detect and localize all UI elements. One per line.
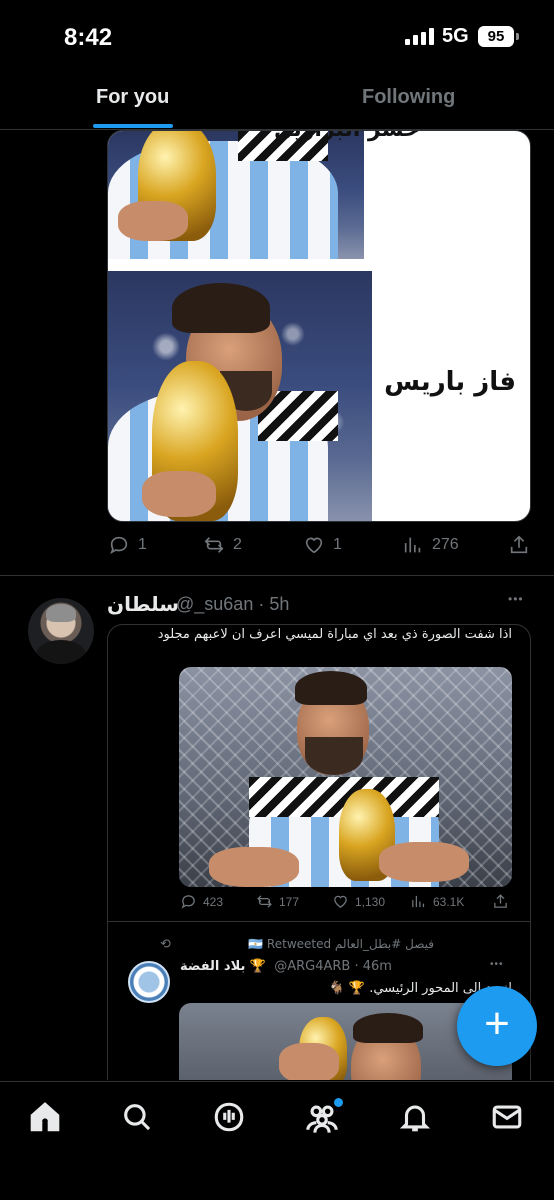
embed-share-button[interactable] <box>492 893 509 910</box>
retweet-count: 2 <box>233 536 242 553</box>
share-button[interactable] <box>508 534 530 556</box>
meme-top-photo <box>108 131 364 259</box>
reply-count: 1 <box>138 536 147 553</box>
share-icon <box>494 894 507 908</box>
share-icon <box>510 535 528 554</box>
timeline-feed[interactable]: خسر البرازيل فاز باريس 1 2 1 276 <box>0 130 554 1080</box>
home-icon[interactable] <box>28 1100 64 1136</box>
views-button[interactable]: 276 <box>402 534 459 556</box>
quoted-handle-time: @ARG4ARB · 46m <box>274 959 392 974</box>
battery-icon: 95 <box>478 26 519 47</box>
notification-dot <box>334 1098 343 1107</box>
embed-like-count: 1,130 <box>355 894 386 909</box>
quoted-author: بلاد الفضة 🏆 @ARG4ARB · 46m <box>180 959 392 974</box>
tweet-divider <box>0 575 554 576</box>
heart-icon <box>305 537 323 554</box>
meme-bottom-photo <box>108 271 372 521</box>
search-icon[interactable] <box>120 1100 156 1136</box>
timeline-tabs: For you Following <box>0 76 554 130</box>
embed-reply-count: 423 <box>203 894 224 909</box>
more-options-button[interactable]: ••• <box>508 592 524 606</box>
tab-for-you[interactable]: For you <box>96 86 169 109</box>
retweeted-by-label: فيصل #بطل_العالم 🇦🇷 Retweeted <box>248 937 434 951</box>
embed-views-button[interactable]: 63.1K <box>410 893 464 910</box>
notifications-icon[interactable] <box>398 1100 434 1136</box>
active-tab-indicator <box>93 124 173 128</box>
views-icon <box>404 537 421 553</box>
retweet-indicator-icon: ⟲ <box>160 936 171 951</box>
communities-icon[interactable] <box>305 1098 343 1136</box>
reply-button[interactable]: 1 <box>108 534 147 556</box>
views-count: 276 <box>432 536 459 553</box>
like-count: 1 <box>333 536 342 553</box>
compose-tweet-button[interactable]: + <box>457 986 537 1066</box>
quoted-avatar <box>128 961 170 1003</box>
signal-icon <box>405 28 434 45</box>
like-button[interactable]: 1 <box>303 534 342 556</box>
tweet-author-name[interactable]: سلطان <box>107 592 179 616</box>
embed-reply-button[interactable]: 423 <box>180 893 223 910</box>
meme-caption-top: خسر البرازيل <box>274 131 420 142</box>
spaces-icon[interactable] <box>212 1100 248 1136</box>
tab-following[interactable]: Following <box>362 86 455 109</box>
views-icon <box>412 895 425 908</box>
tweet-handle-time[interactable]: @_su6an · 5h <box>176 594 289 615</box>
bottom-navigation <box>0 1081 554 1200</box>
embed-like-button[interactable]: 1,130 <box>332 893 385 910</box>
heart-icon <box>334 895 347 908</box>
embed-retweet-button[interactable]: 177 <box>256 893 299 910</box>
embed-divider <box>108 921 530 922</box>
status-time: 8:42 <box>64 24 113 51</box>
quoted-more-icon: ••• <box>490 959 504 970</box>
tweet-media-image[interactable]: خسر البرازيل فاز باريس <box>107 130 531 522</box>
avatar[interactable] <box>28 598 94 664</box>
embed-tweet-text: اذا شفت الصورة ذي بعد اي مباراة لميسي اع… <box>157 627 512 642</box>
retweet-icon <box>257 895 272 908</box>
meme-caption: فاز باريس <box>384 367 516 397</box>
status-bar: 8:42 5G 95 <box>0 0 554 76</box>
embed-views-count: 63.1K <box>433 894 465 909</box>
embed-photo <box>179 667 512 887</box>
messages-icon[interactable] <box>490 1100 526 1136</box>
reply-icon <box>181 895 195 909</box>
retweet-button[interactable]: 2 <box>203 534 242 556</box>
network-type: 5G <box>442 25 469 47</box>
quoted-name: بلاد الفضة 🏆 <box>180 959 267 974</box>
reply-icon <box>110 536 128 555</box>
retweet-icon <box>204 537 224 553</box>
embed-retweet-count: 177 <box>279 894 300 909</box>
